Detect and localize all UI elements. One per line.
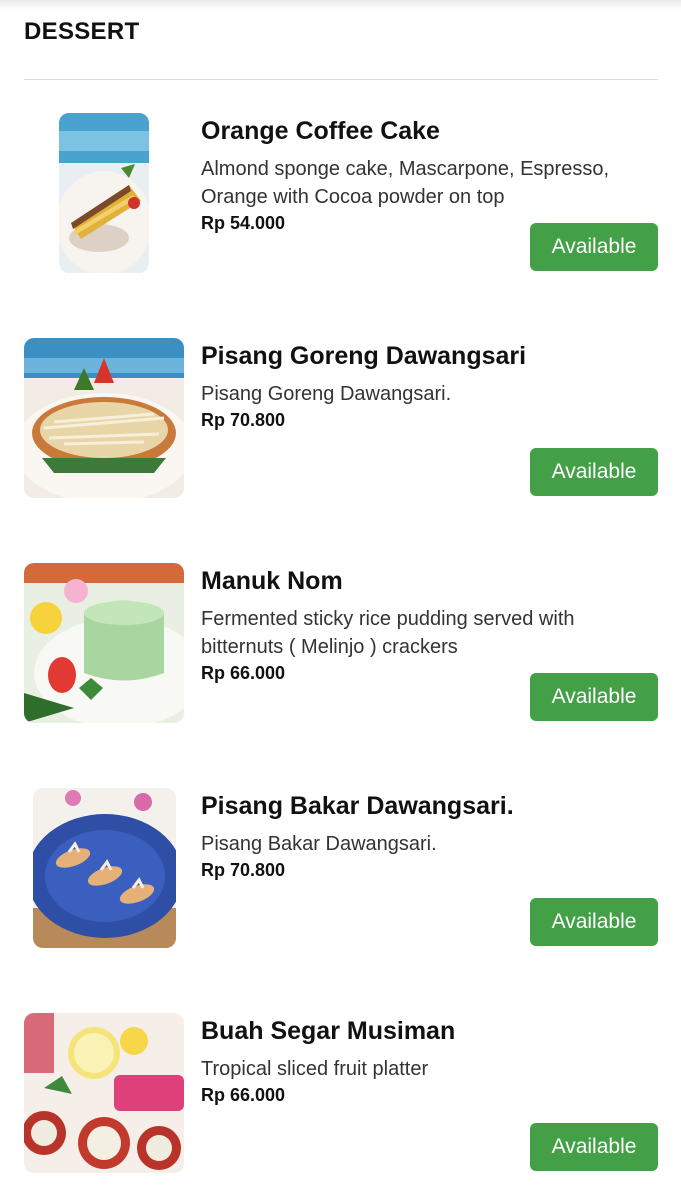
item-description: Tropical sliced fruit platter	[201, 1058, 429, 1080]
item-price: Rp 66.000	[201, 663, 286, 683]
item-name: Pisang Goreng Dawangsari	[201, 342, 527, 370]
section-title: DESSERT	[24, 18, 140, 45]
item-price: Rp 70.800	[201, 860, 286, 880]
item-price: Rp 54.000	[201, 213, 286, 233]
item-description: Fermented sticky rice pudding served wit…	[201, 608, 575, 658]
available-button[interactable]: Available	[530, 898, 658, 946]
item-price: Rp 70.800	[201, 410, 286, 430]
item-description: Pisang Bakar Dawangsari.	[201, 833, 437, 855]
pisang-goreng-photo	[24, 338, 184, 498]
available-button[interactable]: Available	[530, 1123, 658, 1171]
menu-page: DESSERT Orange Coffee Cake Almond sponge…	[0, 0, 681, 1200]
menu-item[interactable]: Orange Coffee Cake Almond sponge cake, M…	[0, 113, 681, 283]
top-shadow	[0, 0, 681, 10]
item-price: Rp 66.000	[201, 1085, 286, 1105]
item-name: Manuk Nom	[201, 567, 343, 595]
menu-item[interactable]: Pisang Goreng Dawangsari Pisang Goreng D…	[0, 338, 681, 508]
available-button[interactable]: Available	[530, 448, 658, 496]
item-description: Almond sponge cake, Mascarpone, Espresso…	[201, 158, 609, 208]
pisang-bakar-photo	[33, 788, 176, 948]
fruit-platter-photo	[24, 1013, 184, 1173]
item-name: Buah Segar Musiman	[201, 1017, 456, 1045]
menu-item[interactable]: Buah Segar Musiman Tropical sliced fruit…	[0, 1013, 681, 1183]
item-description: Pisang Goreng Dawangsari.	[201, 383, 452, 405]
menu-item[interactable]: Manuk Nom Fermented sticky rice pudding …	[0, 563, 681, 733]
available-button[interactable]: Available	[530, 223, 658, 271]
orange-coffee-cake-photo	[59, 113, 149, 273]
available-button[interactable]: Available	[530, 673, 658, 721]
section-divider	[24, 79, 658, 80]
item-name: Orange Coffee Cake	[201, 117, 440, 145]
manuk-nom-photo	[24, 563, 184, 723]
item-name: Pisang Bakar Dawangsari.	[201, 792, 514, 820]
menu-item[interactable]: Pisang Bakar Dawangsari. Pisang Bakar Da…	[0, 788, 681, 958]
